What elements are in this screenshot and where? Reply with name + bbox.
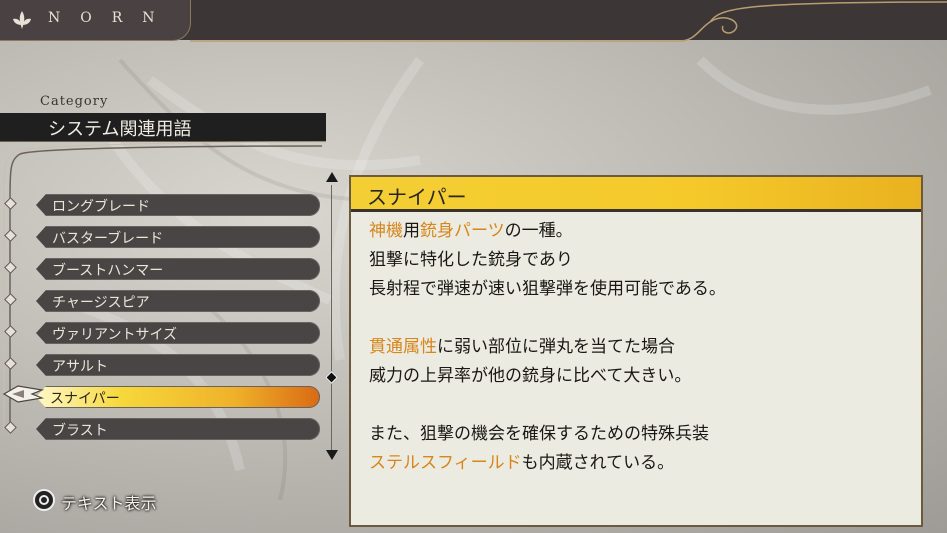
list-item-charge-spear[interactable]: チャージスピア	[36, 290, 320, 312]
detail-text: 長射程で弾速が速い狙撃弾を使用可能である。	[369, 279, 726, 299]
circle-button-icon	[33, 489, 55, 511]
list-item-buster-blade[interactable]: バスターブレード	[36, 226, 320, 248]
highlighted-term: ステルスフィールド	[369, 453, 522, 473]
detail-line: 神機用銃身パーツの一種。	[369, 217, 909, 246]
list-item-blast[interactable]: ブラスト	[36, 418, 320, 440]
list-item-boost-hammer[interactable]: ブーストハンマー	[36, 258, 320, 280]
detail-text: の一種。	[504, 221, 573, 241]
list-item-label: ブーストハンマー	[52, 263, 164, 279]
selection-cursor-icon	[2, 385, 45, 403]
brand-name: NORN	[48, 10, 175, 26]
list-item-assault[interactable]: アサルト	[36, 354, 320, 376]
detail-line: 狙撃に特化した銃身であり	[369, 246, 909, 275]
detail-text: また、狙撃の機会を確保するための特殊兵装	[369, 424, 709, 444]
highlighted-term: 貫通属性	[369, 337, 437, 357]
detail-title: スナイパー	[367, 185, 467, 209]
list-item-label: ヴァリアントサイズ	[52, 327, 178, 343]
detail-text: も内蔵されている。	[521, 453, 675, 473]
brand-bar: NORN	[0, 0, 191, 41]
detail-text: 威力の上昇率が他の銃身に比べて大きい。	[369, 366, 692, 386]
detail-header: スナイパー	[351, 177, 921, 209]
category-caption: Category	[40, 94, 109, 109]
detail-header-divider	[351, 209, 921, 212]
detail-panel: スナイパー 神機用銃身パーツの一種。狙撃に特化した銃身であり長射程で弾速が速い狙…	[349, 175, 923, 527]
top-bar: NORN	[0, 0, 947, 42]
detail-body: 神機用銃身パーツの一種。狙撃に特化した銃身であり長射程で弾速が速い狙撃弾を使用可…	[369, 217, 909, 478]
detail-text: 用	[403, 221, 420, 241]
highlighted-term: 銃身パーツ	[420, 221, 505, 241]
list-item-label: スナイパー	[50, 391, 120, 407]
list-item-label: アサルト	[52, 359, 108, 375]
detail-line: ステルスフィールドも内蔵されている。	[369, 449, 909, 478]
text-display-label: テキスト表示	[61, 494, 157, 513]
detail-text: に弱い部位に弾丸を当てた場合	[437, 337, 675, 357]
list-item-variant-scythe[interactable]: ヴァリアントサイズ	[36, 322, 320, 344]
scroll-down-icon[interactable]	[326, 450, 338, 460]
highlighted-term: 神機	[369, 221, 403, 241]
detail-line: 威力の上昇率が他の銃身に比べて大きい。	[369, 362, 909, 391]
detail-line: 長射程で弾速が速い狙撃弾を使用可能である。	[369, 275, 909, 304]
detail-line: 貫通属性に弱い部位に弾丸を当てた場合	[369, 333, 909, 362]
category-bar: システム関連用語	[0, 113, 326, 142]
list-item-label: バスターブレード	[52, 231, 164, 247]
detail-text: 狙撃に特化した銃身であり	[369, 250, 573, 270]
list-item-sniper[interactable]: スナイパー	[36, 386, 320, 408]
detail-line: また、狙撃の機会を確保するための特殊兵装	[369, 420, 909, 449]
fleur-icon	[13, 11, 31, 29]
list-item-label: チャージスピア	[52, 295, 150, 311]
list-item-long-blade[interactable]: ロングブレード	[36, 194, 320, 216]
top-ornament-line	[190, 1, 947, 42]
list-item-label: ブラスト	[52, 423, 108, 439]
category-title: システム関連用語	[48, 119, 192, 140]
scroll-up-icon[interactable]	[326, 172, 338, 182]
scrollbar-track[interactable]	[331, 185, 332, 450]
list-item-label: ロングブレード	[52, 199, 150, 215]
